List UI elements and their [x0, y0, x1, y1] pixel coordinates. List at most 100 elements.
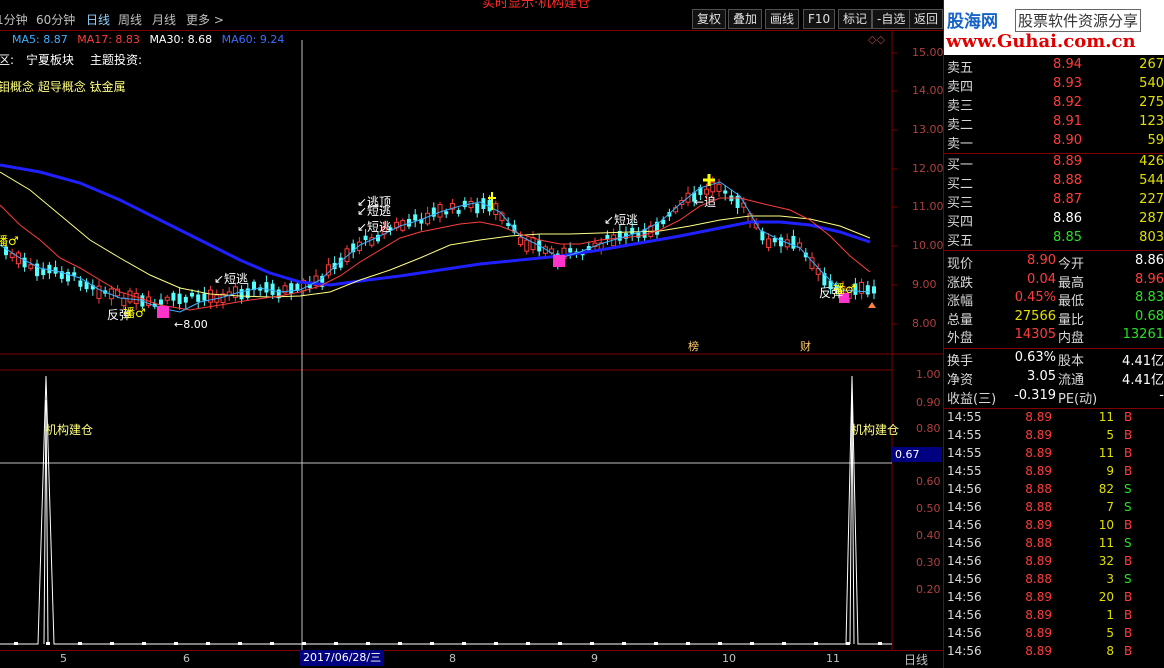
quote-label: 涨跌: [947, 275, 974, 291]
orderbook-row[interactable]: 买二 8.88 544: [944, 173, 1164, 192]
candle-body: [72, 272, 77, 276]
orderbook-row[interactable]: 卖二 8.91 123: [944, 114, 1164, 133]
indicator-dot: [46, 642, 50, 645]
tick-time: 14:56: [947, 589, 982, 604]
tick-time: 14:56: [947, 499, 982, 514]
indicator-dot: [334, 642, 338, 645]
time-axis: 5 6 8 9 10 11: [0, 650, 943, 668]
tick-time: 14:56: [947, 625, 982, 640]
orderbook-label: 买三: [947, 196, 974, 211]
price-label: 11.00: [912, 200, 944, 213]
quote-label: 涨幅: [947, 294, 974, 309]
candle-body: [66, 271, 70, 282]
orderbook-price: 8.92: [1053, 95, 1082, 110]
orderbook-row[interactable]: 卖五 8.94 267: [944, 57, 1164, 76]
orderbook-volume: 275: [1139, 95, 1164, 110]
quote-panel: 股海网 股票软件资源分享 www.Guhai.com.cn 卖五 8.94 267 卖…: [943, 0, 1164, 668]
orderbook-row[interactable]: 买五 8.85 803: [944, 230, 1164, 249]
orderbook-row[interactable]: 卖三 8.92 275: [944, 95, 1164, 114]
tick-volume: 8: [1106, 643, 1114, 658]
candle-body: [177, 293, 182, 305]
kline-chart[interactable]: [0, 0, 943, 650]
tick-time: 14:56: [947, 643, 982, 658]
tick-side: B: [1124, 463, 1133, 478]
time-axis-label: 9: [591, 652, 598, 665]
tick-price: 8.89: [1025, 409, 1052, 424]
rank-badge[interactable]: 榜: [688, 338, 699, 354]
indicator-dot: [558, 642, 562, 645]
finance-badge[interactable]: 财: [800, 338, 811, 354]
candle-body: [797, 242, 803, 248]
indicator-label: 0.90: [916, 396, 941, 409]
candle-body: [190, 292, 194, 297]
orderbook-row[interactable]: 卖一 8.90 59: [944, 133, 1164, 152]
tick-price: 8.89: [1025, 607, 1052, 622]
orderbook-volume: 426: [1139, 154, 1164, 169]
orderbook-price: 8.88: [1053, 173, 1082, 188]
candle-body: [47, 264, 52, 274]
time-axis-label: 5: [60, 652, 67, 665]
tick-row: 14:56 8.88 7 S: [944, 500, 1164, 518]
tick-price: 8.88: [1025, 535, 1052, 550]
orderbook-volume: 540: [1139, 76, 1164, 91]
candle-body: [772, 238, 777, 243]
orderbook-price: 8.87: [1053, 192, 1082, 207]
tick-volume: 11: [1098, 445, 1114, 460]
orderbook-row[interactable]: 买四 8.86 287: [944, 211, 1164, 230]
crosshair-value-badge: 0.67: [892, 447, 942, 462]
tick-row: 14:56 8.88 82 S: [944, 482, 1164, 500]
tick-volume: 82: [1098, 481, 1114, 496]
tick-price: 8.89: [1025, 427, 1052, 442]
tick-volume: 32: [1098, 553, 1114, 568]
tick-row: 14:56 8.88 3 S: [944, 572, 1164, 590]
orderbook-row[interactable]: 买一 8.89 426: [944, 154, 1164, 173]
candle-body: [28, 264, 34, 269]
quote-value: 13261: [1122, 327, 1164, 342]
orderbook-price: 8.85: [1053, 230, 1082, 245]
fundamental-value: -0.319: [1014, 387, 1056, 403]
tick-side: B: [1124, 607, 1133, 622]
indicator-dot: [846, 642, 850, 645]
tick-side: S: [1124, 535, 1132, 550]
quote-row: 外盘 14305 内盘 13261: [944, 327, 1164, 346]
indicator-dot: [14, 642, 18, 645]
orderbook-price: 8.86: [1053, 211, 1082, 226]
tick-time: 14:56: [947, 535, 982, 550]
candle-body: [723, 190, 728, 194]
orderbook-row[interactable]: 买三 8.87 227: [944, 192, 1164, 211]
broadcast-annotation: 播♂: [123, 306, 146, 320]
candle-body: [96, 285, 102, 299]
orderbook-label: 买五: [947, 234, 974, 249]
tick-price: 8.89: [1025, 553, 1052, 568]
quote-label: 外盘: [947, 331, 974, 346]
price-label: 8.00: [912, 317, 937, 330]
quote-value: 0.68: [1135, 308, 1164, 324]
quote-value: 8.90: [1027, 253, 1056, 268]
quote-value: 0.04: [1027, 271, 1056, 287]
axis-period-label[interactable]: 日线: [904, 651, 928, 668]
signal-marker-pink: [553, 255, 565, 267]
logo-url: www.Guhai.com.cn: [946, 31, 1136, 52]
tick-price: 8.89: [1025, 643, 1052, 658]
last-price-triangle: [868, 302, 876, 308]
orderbook-row[interactable]: 卖四 8.93 540: [944, 76, 1164, 95]
tick-row: 14:56 8.89 10 B: [944, 518, 1164, 536]
indicator-label: 0.20: [916, 583, 941, 596]
indicator-dot: [174, 642, 178, 645]
tick-side: S: [1124, 499, 1132, 514]
tick-time: 14:56: [947, 571, 982, 586]
fundamental-separator: [944, 407, 1164, 409]
quote-row: 现价 8.90 今开 8.86: [944, 253, 1164, 272]
orderbook-label: 买一: [947, 158, 974, 173]
tick-time: 14:56: [947, 553, 982, 568]
orderbook-volume: 123: [1139, 114, 1164, 129]
candle-body: [437, 204, 443, 218]
candle-body: [164, 296, 170, 301]
tick-volume: 5: [1106, 427, 1114, 442]
quote-value: 8.83: [1135, 290, 1164, 305]
tick-price: 8.89: [1025, 445, 1052, 460]
tick-time: 14:55: [947, 463, 982, 478]
tick-side: B: [1124, 517, 1133, 532]
orderbook-volume: 544: [1139, 173, 1164, 188]
fundamental-row: 净资 3.05 流通 4.41亿: [944, 369, 1164, 388]
